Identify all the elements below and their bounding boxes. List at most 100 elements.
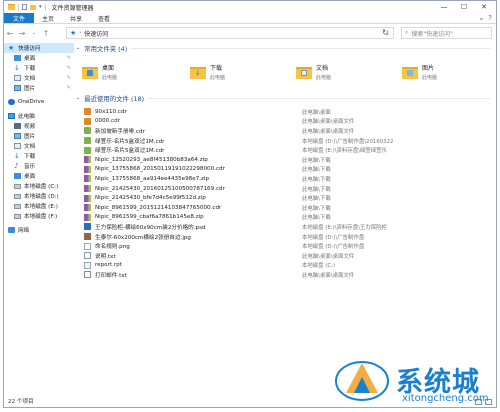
file-row[interactable]: Nipic_8961599_cbaf6a7861b145e8.zip 此电脑\下载 xyxy=(76,213,494,223)
file-name: Nipic_13755868_aa914ee4435e98e7.zip xyxy=(95,175,210,182)
breadcrumb-separator-icon: › xyxy=(79,30,82,36)
nav-this-pc[interactable]: 此电脑 xyxy=(4,111,74,121)
recent-files-header[interactable]: ⌄ 最近使用的文件 (18) xyxy=(76,93,494,103)
file-zip-icon xyxy=(84,204,91,212)
tab-view[interactable]: 查看 xyxy=(90,13,118,23)
file-cdr-icon xyxy=(84,108,91,116)
nav-qa-pictures[interactable]: 图片 ✎ xyxy=(4,83,74,93)
search-box[interactable]: ⌕ 搜索"快速访问" xyxy=(401,27,492,39)
pin-icon: ✎ xyxy=(66,85,71,91)
file-name: Nipic_8961599_20151214103847765000.cdr xyxy=(95,204,222,211)
nav-label: 桌面 xyxy=(24,174,36,180)
folder-location: 此电脑 xyxy=(210,75,226,81)
folder-tile-pictures[interactable]: 图片 此电脑 xyxy=(402,57,492,87)
cloud-icon xyxy=(8,99,15,105)
star-icon: ★ xyxy=(8,44,15,52)
folder-name: 桌面 xyxy=(102,65,115,72)
file-row[interactable]: 90x110.cdr 此电脑\桌面 xyxy=(76,107,494,117)
nav-label: 文档 xyxy=(24,144,36,150)
file-row[interactable]: 0000.cdr 此电脑\桌面\桌面文件 xyxy=(76,117,494,127)
frequent-folders-header[interactable]: ⌄ 常用文件夹 (4) xyxy=(76,43,494,53)
nav-onedrive[interactable]: OneDrive xyxy=(4,97,74,107)
customize-chevron-icon[interactable]: ▾ xyxy=(39,4,42,10)
address-row: ← → ⌄ ↑ ★ › 快速访问 ⌄ ↻ ⌕ 搜索"快速访问" xyxy=(4,25,496,41)
expand-ribbon-icon[interactable]: ⌄ xyxy=(478,14,484,22)
file-name: 新加坡新手册啡.cdr xyxy=(95,128,145,135)
file-row[interactable]: 说明.txt 此电脑\桌面\桌面文件 xyxy=(76,251,494,261)
nav-pc-documents[interactable]: 文档 xyxy=(4,141,74,151)
file-row[interactable]: Nipic_13755868_aa914ee4435e98e7.zip 此电脑\下… xyxy=(76,174,494,184)
folder-icon xyxy=(402,65,418,79)
file-row[interactable]: 绿萱乐-名片5盒双过1M.cdr 本地磁盘 (D:)\广告制作盘\20160322 xyxy=(76,136,494,146)
refresh-icon[interactable]: ↻ xyxy=(382,28,389,37)
folder-icon: ↓ xyxy=(190,65,206,79)
file-row[interactable]: report.rpt 本地磁盘 (C:) xyxy=(76,261,494,271)
nav-drive-d[interactable]: 本地磁盘 (D:) xyxy=(4,191,74,201)
back-button[interactable]: ← xyxy=(4,29,16,38)
window-title: 文件资源管理器 xyxy=(51,4,94,12)
quick-access-star-icon: ★ xyxy=(70,29,77,37)
nav-qa-documents[interactable]: 文档 ✎ xyxy=(4,73,74,83)
file-cdrg-icon xyxy=(84,137,91,145)
pictures-icon xyxy=(14,85,21,91)
nav-pc-desktop[interactable]: 桌面 xyxy=(4,171,74,181)
file-row[interactable]: 命名规则.png 本地磁盘 (D:)\广告制作盘 xyxy=(76,241,494,251)
file-zip-icon xyxy=(84,213,91,221)
tab-share[interactable]: 共享 xyxy=(62,13,90,23)
file-row[interactable]: 王力保险柜-横绘60x90cm装2分价格的.psd 本地磁盘 (E:)\资料存盘\… xyxy=(76,222,494,232)
maximize-button[interactable]: ☐ xyxy=(454,1,474,13)
file-row[interactable]: Nipic_12520293_ae8f451380b83a64.zip 此电脑\下… xyxy=(76,155,494,165)
file-location: 此电脑\下载 xyxy=(302,186,331,193)
nav-drive-c[interactable]: 本地磁盘 (C:) xyxy=(4,181,74,191)
file-row[interactable]: 绿萱乐-名片5盒双过1M.cdr 本地磁盘 (E:)\资料存盘\绿萱绿萱乐 xyxy=(76,145,494,155)
recent-locations-icon[interactable]: ⌄ xyxy=(28,30,40,36)
nav-label: 音乐 xyxy=(24,164,36,170)
close-button[interactable]: ✕ xyxy=(474,1,494,13)
properties-icon[interactable] xyxy=(22,4,27,10)
file-psd-icon xyxy=(84,223,91,231)
nav-label: 文档 xyxy=(24,76,36,82)
collapse-chevron-icon[interactable]: ⌄ xyxy=(76,95,80,101)
computer-icon xyxy=(8,113,15,119)
nav-qa-downloads[interactable]: ↓ 下载 ✎ xyxy=(4,63,74,73)
file-zip-icon xyxy=(84,156,91,164)
tab-home[interactable]: 主页 xyxy=(34,13,62,23)
help-icon[interactable]: ? xyxy=(488,14,492,22)
tab-file[interactable]: 文件 xyxy=(4,13,35,23)
folder-location: 此电脑 xyxy=(102,75,118,81)
file-row[interactable]: 生泰尔-60x200cm横绘2张册自边.jpg 本地磁盘 (D:)\广告制作盘 xyxy=(76,232,494,242)
nav-pc-videos[interactable]: 视频 xyxy=(4,121,74,131)
nav-drive-e[interactable]: 本地磁盘 (E:) xyxy=(4,201,74,211)
file-location: 本地磁盘 (E:)\资料存盘\绿萱绿萱乐 xyxy=(302,148,387,155)
nav-pc-downloads[interactable]: ↓ 下载 xyxy=(4,151,74,161)
file-row[interactable]: Nipic_13755868_20150119191022298000.cdr 此… xyxy=(76,165,494,175)
file-explorer-window: ▾ 文件资源管理器 — ☐ ✕ 文件 主页 共享 查看 ⌄ ? ← → ⌄ ↑ … xyxy=(3,0,497,408)
up-button[interactable]: ↑ xyxy=(40,29,52,38)
minimize-button[interactable]: — xyxy=(434,1,454,13)
collapse-chevron-icon[interactable]: ⌄ xyxy=(76,45,80,51)
nav-quick-access[interactable]: ★ 快速访问 xyxy=(4,43,74,53)
file-row[interactable]: Nipic_21425430_bfe7d4c5e99f512d.zip 此电脑\下… xyxy=(76,193,494,203)
nav-drive-f[interactable]: 本地磁盘 (F:) xyxy=(4,211,74,221)
document-icon xyxy=(14,143,21,149)
folder-tile-downloads[interactable]: ↓ 下载 此电脑 xyxy=(190,57,280,87)
file-name: Nipic_13755868_20150119191022298000.cdr xyxy=(95,166,225,173)
nav-pc-pictures[interactable]: 图片 xyxy=(4,131,74,141)
file-row[interactable]: Nipic_8961599_20151214103847765000.cdr 此电… xyxy=(76,203,494,213)
file-row[interactable]: 打印邮件.txt 此电脑\桌面\桌面文件 xyxy=(76,270,494,280)
forward-button[interactable]: → xyxy=(16,29,28,38)
folder-tile-documents[interactable]: 文档 此电脑 xyxy=(296,57,386,87)
breadcrumb[interactable]: 快速访问 xyxy=(84,29,108,38)
new-folder-icon[interactable] xyxy=(30,4,36,10)
file-row[interactable]: Nipic_21425430_20160125100500787169.cdr 此… xyxy=(76,184,494,194)
file-zip-icon xyxy=(84,185,91,193)
folder-tile-desktop[interactable]: 桌面 此电脑 xyxy=(82,57,172,87)
video-icon xyxy=(14,123,21,129)
nav-network[interactable]: 网络 xyxy=(4,225,74,235)
nav-label: 视频 xyxy=(24,124,36,130)
file-row[interactable]: 新加坡新手册啡.cdr 此电脑\桌面\桌面文件 xyxy=(76,126,494,136)
nav-qa-desktop[interactable]: 桌面 ✎ xyxy=(4,53,74,63)
address-bar[interactable]: ★ › 快速访问 ⌄ xyxy=(66,27,394,39)
nav-pc-music[interactable]: ♪ 音乐 xyxy=(4,161,74,171)
nav-label: 本地磁盘 (E:) xyxy=(24,204,58,210)
